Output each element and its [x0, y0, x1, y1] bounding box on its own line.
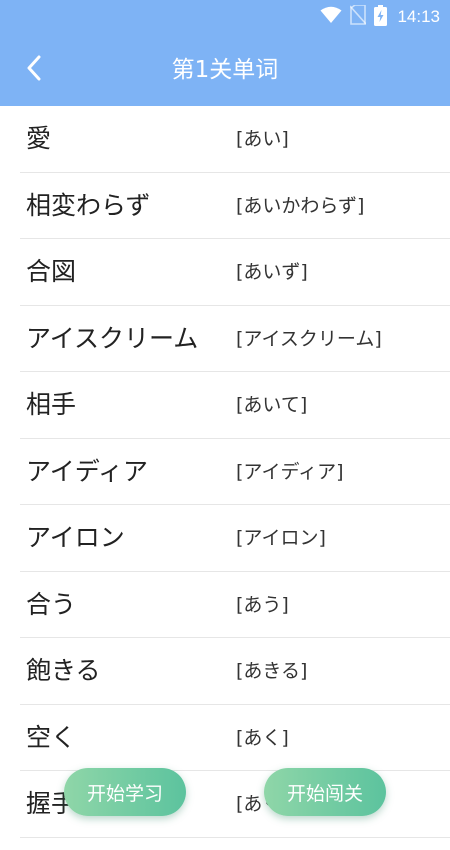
- word-reading: [アイスクリーム]: [236, 327, 382, 350]
- word-text: 相変わらず: [26, 190, 151, 220]
- word-row[interactable]: アイスクリーム [アイスクリーム]: [20, 306, 450, 372]
- status-time: 14:13: [397, 7, 440, 26]
- word-reading: [あう]: [236, 593, 289, 616]
- word-row[interactable]: 合図 [あいず]: [20, 239, 450, 306]
- wifi-icon: [320, 6, 342, 28]
- word-text: 愛: [26, 124, 52, 153]
- word-row[interactable]: 飽きる [あきる]: [20, 638, 450, 705]
- word-row[interactable]: 愛 [あい]: [20, 106, 450, 173]
- word-row[interactable]: 合う [あう]: [20, 572, 450, 638]
- battery-charging-icon: [374, 4, 388, 30]
- word-reading: [あきる]: [236, 660, 308, 682]
- word-reading: [アイロン]: [236, 527, 326, 549]
- page-title: 第1关单词: [171, 57, 279, 83]
- status-bar: 14:13: [0, 0, 450, 34]
- word-row[interactable]: 空く [あく]: [20, 705, 450, 771]
- title-bar: 第1关单词: [0, 34, 450, 106]
- app-header: 14:13 第1关单词: [0, 0, 450, 106]
- word-text: 空く: [26, 722, 77, 752]
- no-sim-icon: [349, 4, 368, 29]
- word-reading: [あいて]: [236, 394, 308, 416]
- start-challenge-button[interactable]: 开始闯关: [264, 768, 386, 816]
- word-row[interactable]: アイディア [アイディア]: [20, 439, 450, 505]
- word-text: 相手: [26, 390, 77, 419]
- word-text: アイディア: [26, 456, 149, 486]
- word-reading: [あいず]: [236, 261, 308, 283]
- start-study-button[interactable]: 开始学习: [64, 768, 186, 816]
- word-reading: [アイディア]: [236, 460, 344, 483]
- word-text: 合う: [26, 589, 77, 619]
- word-text: アイロン: [26, 523, 125, 552]
- status-icons: 14:13: [320, 4, 440, 30]
- word-reading: [あい]: [236, 128, 289, 150]
- word-text: 飽きる: [26, 656, 101, 685]
- word-list: 愛 [あい] 相変わらず [あいかわらず] 合図 [あいず] アイスクリーム […: [0, 106, 450, 838]
- word-reading: [あく]: [236, 726, 289, 749]
- word-row[interactable]: 相手 [あいて]: [20, 372, 450, 439]
- word-row[interactable]: 相変わらず [あいかわらず]: [20, 173, 450, 239]
- word-reading: [あいかわらず]: [236, 194, 365, 217]
- word-text: 合図: [26, 257, 77, 286]
- word-row[interactable]: アイロン [アイロン]: [20, 505, 450, 572]
- word-text: アイスクリーム: [26, 323, 199, 353]
